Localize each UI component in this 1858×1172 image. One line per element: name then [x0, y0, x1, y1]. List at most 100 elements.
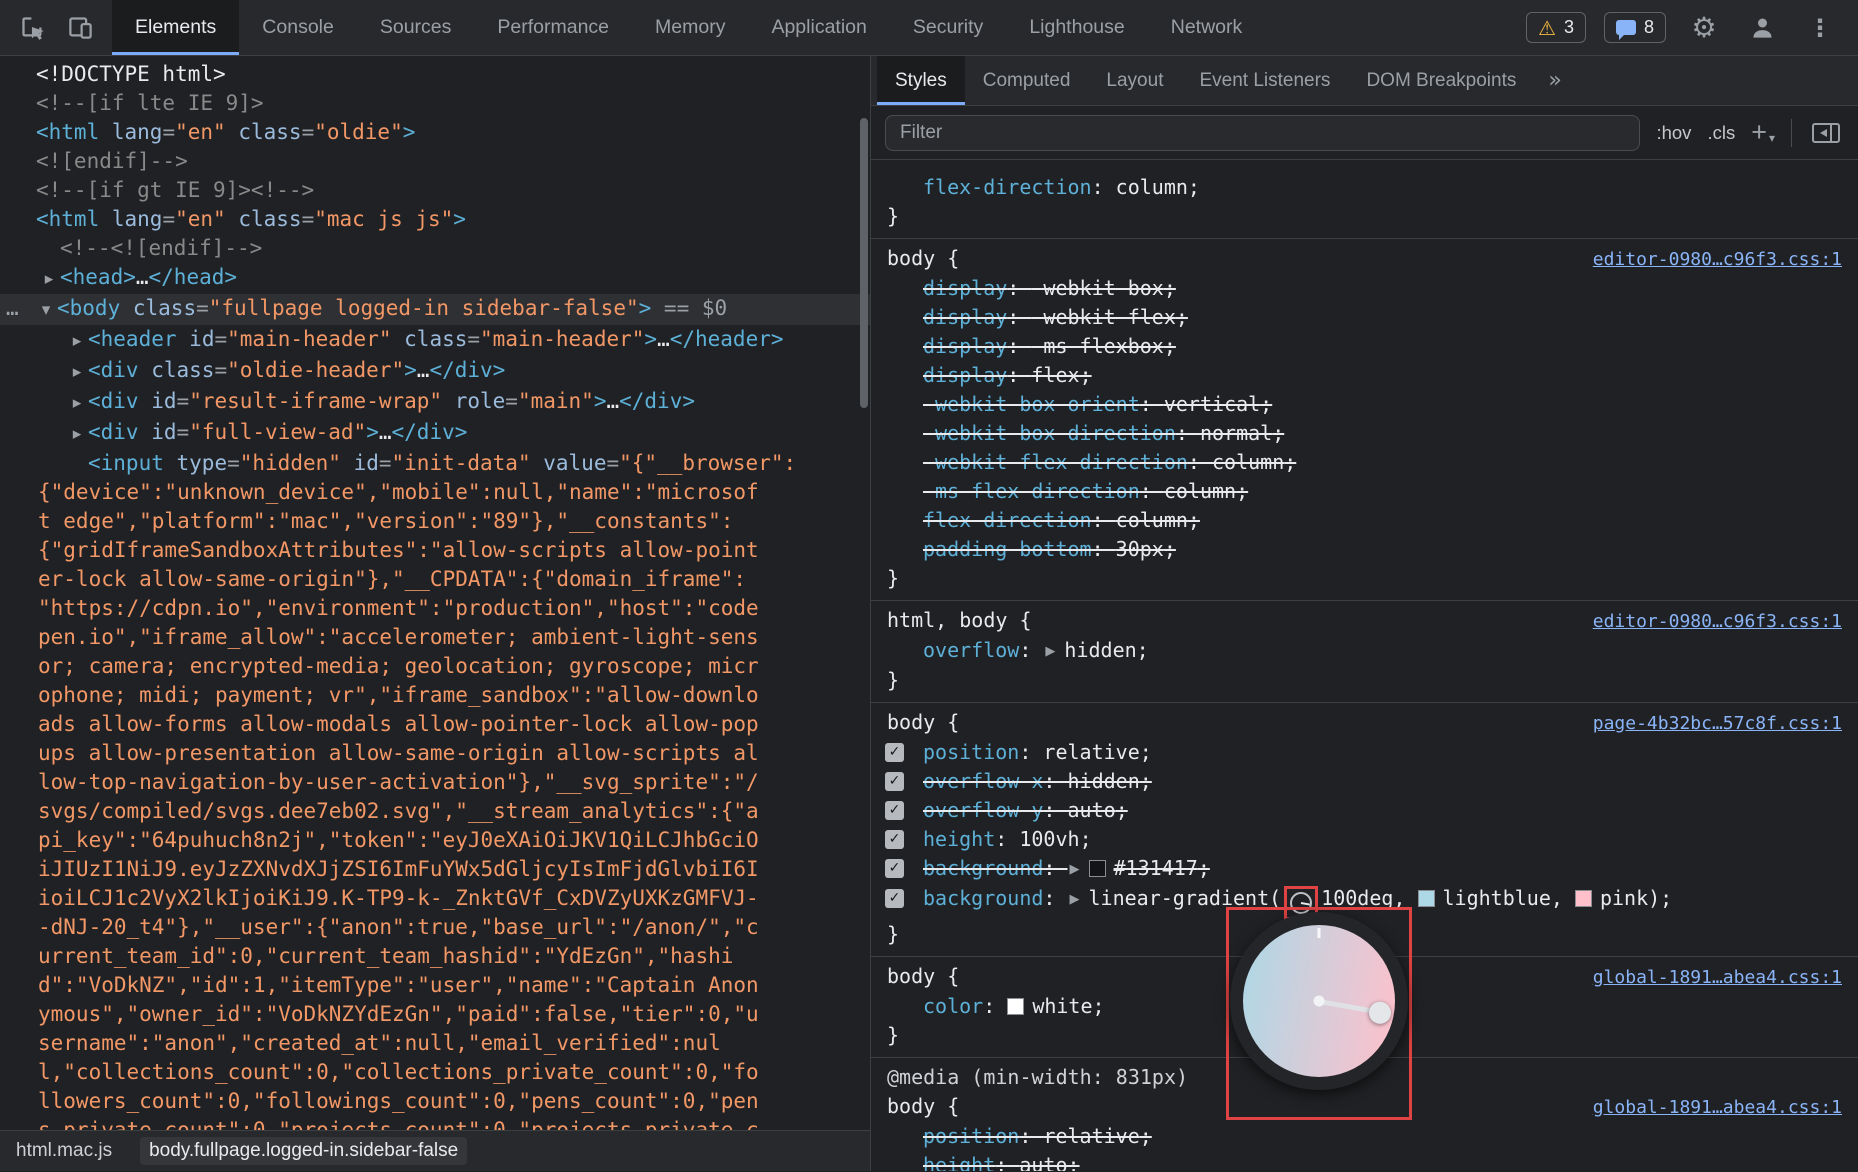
expand-value-icon[interactable]: ▶: [1070, 855, 1080, 884]
css-declaration[interactable]: ✓overflow-x: hidden;: [871, 767, 1858, 796]
rule-selector[interactable]: body {: [887, 708, 959, 737]
css-declaration[interactable]: -ms-flex-direction: column;: [871, 477, 1858, 506]
dom-node[interactable]: t edge","platform":"mac","version":"89"}…: [0, 507, 870, 536]
stylesheet-link[interactable]: page-4b32bc…57c8f.css:1: [1593, 709, 1842, 738]
css-declaration[interactable]: ✓overflow-y: auto;: [871, 796, 1858, 825]
css-declaration[interactable]: ✓position: relative;: [871, 738, 1858, 767]
dom-node[interactable]: {"device":"unknown_device","mobile":null…: [0, 478, 870, 507]
toggle-element-classes-button[interactable]: .cls: [1707, 122, 1735, 144]
tab-security[interactable]: Security: [890, 0, 1006, 55]
dom-node[interactable]: {"gridIframeSandboxAttributes":"allow-sc…: [0, 536, 870, 565]
dom-node[interactable]: ups allow-presentation allow-same-origin…: [0, 739, 870, 768]
expand-value-icon[interactable]: ▶: [1070, 885, 1080, 914]
dom-node[interactable]: pi_key":"64puhuch8n2j","token":"eyJ0eXAi…: [0, 826, 870, 855]
css-declaration[interactable]: overflow: ▶hidden;: [871, 636, 1858, 666]
tab-network[interactable]: Network: [1148, 0, 1266, 55]
dom-node[interactable]: <![endif]-->: [0, 147, 870, 176]
rule-selector[interactable]: body {: [887, 1092, 959, 1121]
css-declaration[interactable]: display: -webkit-box;: [871, 274, 1858, 303]
sidebar-tab-styles[interactable]: Styles: [877, 56, 965, 105]
dom-node[interactable]: <input type="hidden" id="init-data" valu…: [0, 449, 870, 478]
dom-node[interactable]: ophone; midi; payment; vr","iframe_sandb…: [0, 681, 870, 710]
dom-node[interactable]: <!DOCTYPE html>: [0, 60, 870, 89]
dom-node[interactable]: svgs/compiled/svgs.dee7eb02.svg","__stre…: [0, 797, 870, 826]
dom-node[interactable]: s_private_count":0,"projects_count":0,"p…: [0, 1116, 870, 1130]
angle-dial[interactable]: [1230, 912, 1408, 1090]
sidebar-tab-event-listeners[interactable]: Event Listeners: [1181, 56, 1348, 105]
dom-node[interactable]: d":"VoDkNZ","id":1,"itemType":"user","na…: [0, 971, 870, 1000]
dom-node[interactable]: -dNJ-20_t4"},"__user":{"anon":true,"base…: [0, 913, 870, 942]
dom-node[interactable]: ▸<div class="oldie-header">…</div>: [0, 356, 870, 387]
rule-selector[interactable]: html, body {: [887, 606, 1032, 635]
dom-node[interactable]: ▸<header id="main-header" class="main-he…: [0, 325, 870, 356]
tab-memory[interactable]: Memory: [632, 0, 748, 55]
dom-node[interactable]: ▸<head>…</head>: [0, 263, 870, 294]
css-declaration[interactable]: -webkit-flex-direction: column;: [871, 448, 1858, 477]
dom-node[interactable]: or; camera; encrypted-media; geolocation…: [0, 652, 870, 681]
dom-node[interactable]: ▸<div id="result-iframe-wrap" role="main…: [0, 387, 870, 418]
color-swatch[interactable]: [1575, 890, 1592, 907]
css-declaration[interactable]: height: auto;: [871, 1151, 1858, 1171]
dom-node[interactable]: sername":"anon","created_at":null,"email…: [0, 1029, 870, 1058]
stylesheet-link[interactable]: global-1891…abea4.css:1: [1593, 1093, 1842, 1122]
stylesheet-link[interactable]: global-1891…abea4.css:1: [1593, 963, 1842, 992]
toggle-computed-sidebar-button[interactable]: [1808, 118, 1844, 148]
declaration-checkbox[interactable]: ✓: [885, 889, 904, 908]
expand-arrow-icon[interactable]: ▸: [38, 265, 60, 294]
sidebar-tab-dom-breakpoints[interactable]: DOM Breakpoints: [1348, 56, 1534, 105]
more-options-button[interactable]: ⋮: [1800, 8, 1840, 48]
tab-sources[interactable]: Sources: [357, 0, 475, 55]
breadcrumb-html[interactable]: html.mac.js: [16, 1140, 112, 1162]
css-declaration[interactable]: display: flex;: [871, 361, 1858, 390]
messages-badge[interactable]: 8: [1604, 12, 1666, 43]
stylesheet-link[interactable]: editor-0980…c96f3.css:1: [1593, 607, 1842, 636]
css-declaration[interactable]: flex-direction: column;: [871, 506, 1858, 535]
profile-button[interactable]: [1742, 8, 1782, 48]
breadcrumb-body[interactable]: body.fullpage.logged-in.sidebar-false: [140, 1137, 467, 1165]
dom-node[interactable]: low-top-navigation-by-user-activation"},…: [0, 768, 870, 797]
tab-lighthouse[interactable]: Lighthouse: [1006, 0, 1147, 55]
dom-node[interactable]: iJIUzI1NiJ9.eyJzZXNvdXJjZSI6ImFuYWx5dGlj…: [0, 855, 870, 884]
color-swatch[interactable]: [1007, 998, 1024, 1015]
inspect-element-button[interactable]: [12, 8, 52, 48]
dom-node[interactable]: "https://cdpn.io","environment":"product…: [0, 594, 870, 623]
expand-arrow-icon[interactable]: ▸: [66, 358, 88, 387]
tab-elements[interactable]: Elements: [112, 0, 239, 55]
dom-node[interactable]: urrent_team_id":0,"current_team_hashid":…: [0, 942, 870, 971]
dom-node[interactable]: ads allow-forms allow-modals allow-point…: [0, 710, 870, 739]
tab-console[interactable]: Console: [239, 0, 357, 55]
color-swatch[interactable]: [1089, 860, 1106, 877]
color-swatch[interactable]: [1418, 890, 1435, 907]
dom-node[interactable]: <!--[if lte IE 9]>: [0, 89, 870, 118]
tab-performance[interactable]: Performance: [474, 0, 632, 55]
settings-button[interactable]: ⚙: [1684, 8, 1724, 48]
css-declaration[interactable]: ✓background: ▶#131417;: [871, 854, 1858, 884]
collapse-arrow-icon[interactable]: ▾: [35, 296, 57, 325]
expand-arrow-icon[interactable]: ▸: [66, 420, 88, 449]
css-declaration[interactable]: display: -ms-flexbox;: [871, 332, 1858, 361]
rule-selector[interactable]: body {: [887, 962, 959, 991]
dom-node-selected[interactable]: …▾<body class="fullpage logged-in sideba…: [0, 294, 870, 325]
declaration-checkbox[interactable]: ✓: [885, 743, 904, 762]
declaration-checkbox[interactable]: ✓: [885, 772, 904, 791]
dom-node[interactable]: er-lock allow-same-origin"},"__CPDATA":{…: [0, 565, 870, 594]
expand-arrow-icon[interactable]: ▸: [66, 389, 88, 418]
expand-arrow-icon[interactable]: ▸: [66, 327, 88, 356]
declaration-checkbox[interactable]: ✓: [885, 859, 904, 878]
css-declaration[interactable]: position: relative;: [871, 1122, 1858, 1151]
css-declaration[interactable]: display: -webkit-flex;: [871, 303, 1858, 332]
device-toolbar-button[interactable]: [60, 8, 100, 48]
css-declaration[interactable]: padding-bottom: 30px;: [871, 535, 1858, 564]
tab-application[interactable]: Application: [748, 0, 889, 55]
css-declaration[interactable]: ✓height: 100vh;: [871, 825, 1858, 854]
dom-node[interactable]: <html lang="en" class="oldie">: [0, 118, 870, 147]
declaration-checkbox[interactable]: ✓: [885, 830, 904, 849]
css-declaration[interactable]: flex-direction: column;: [871, 173, 1858, 202]
dom-node[interactable]: ioiLCJ1c2VyX2lkIjoiKiJ9.K-TP9-k-_ZnktGVf…: [0, 884, 870, 913]
declaration-checkbox[interactable]: ✓: [885, 801, 904, 820]
toggle-pseudo-classes-button[interactable]: :hov: [1656, 122, 1691, 144]
dom-node[interactable]: llowers_count":0,"followings_count":0,"p…: [0, 1087, 870, 1116]
angle-dial-hand[interactable]: [1319, 999, 1381, 1015]
css-declaration[interactable]: -webkit-box-orient: vertical;: [871, 390, 1858, 419]
dom-node[interactable]: pen.io","iframe_allow":"accelerometer; a…: [0, 623, 870, 652]
